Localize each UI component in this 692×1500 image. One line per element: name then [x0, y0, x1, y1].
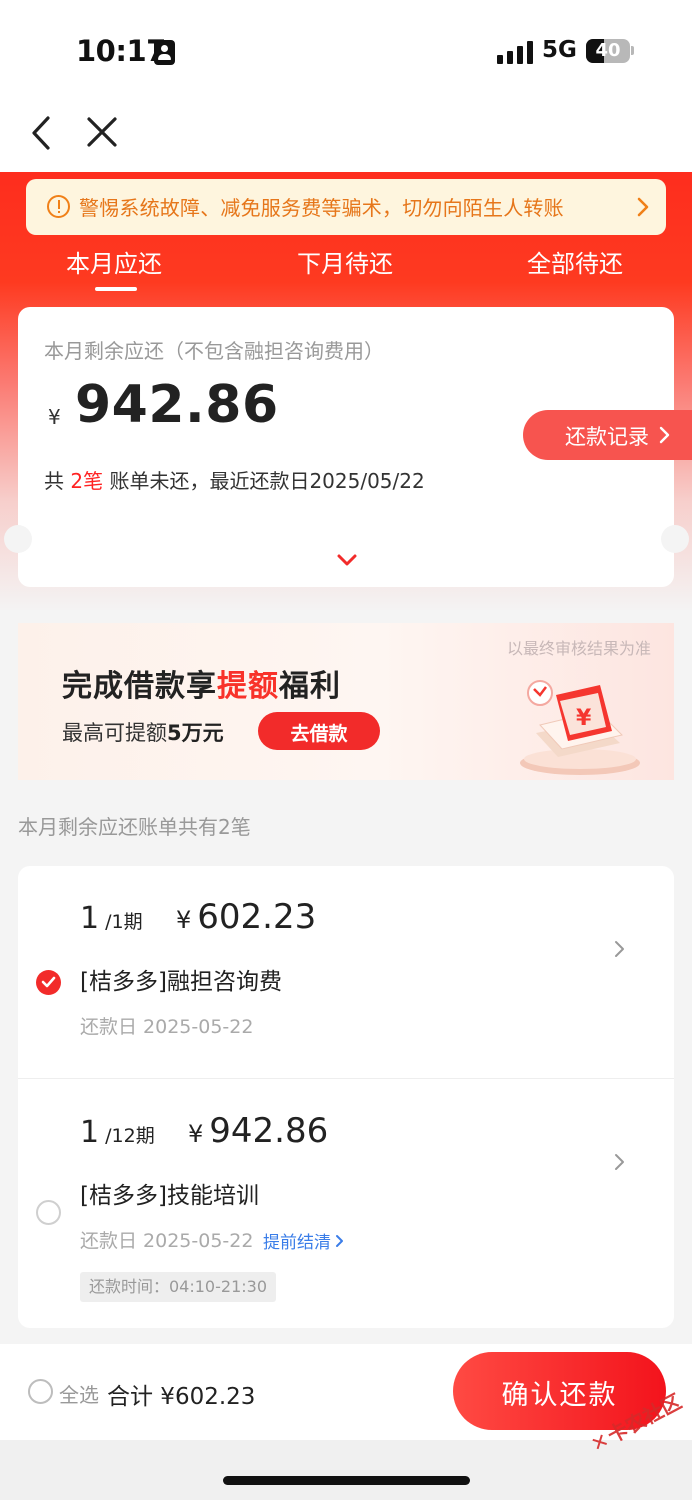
early-settle-label: 提前结清 — [263, 1233, 331, 1253]
back-icon[interactable] — [24, 114, 64, 154]
bill-list: 1 /1期 ¥602.23 [桔多多]融担咨询费 还款日 2025-05-22 … — [18, 866, 674, 1328]
bill-period: 1 /12期 — [80, 1115, 155, 1150]
period-total: /12期 — [99, 1125, 155, 1147]
warning-icon — [47, 195, 70, 218]
battery-icon: 40 — [586, 39, 630, 63]
battery-level: 40 — [595, 40, 621, 61]
currency-symbol: ¥ — [48, 405, 61, 429]
early-settle-link[interactable]: 提前结清 — [263, 1228, 345, 1253]
period-number: 1 — [80, 901, 100, 936]
bill-item[interactable]: 1 /1期 ¥602.23 [桔多多]融担咨询费 还款日 2025-05-22 — [18, 866, 674, 1078]
notice-text: 警惕系统故障、减免服务费等骗术，切勿向陌生人转账 — [79, 196, 564, 220]
bill-amount-value: 602.23 — [197, 897, 317, 937]
chevron-right-icon — [633, 196, 653, 218]
summary-sub-prefix: 共 — [44, 469, 71, 493]
banner-note: 以最终审核结果为准 — [507, 639, 652, 658]
tab-all-pending[interactable]: 全部待还 — [527, 244, 623, 279]
repayment-record-label: 还款记录 — [565, 425, 649, 449]
footer-bar: 全选 合计 ¥602.23 确认还款 — [0, 1344, 692, 1440]
bill-count: 2笔 — [70, 469, 104, 493]
chevron-right-icon — [614, 939, 626, 959]
total-amount: 合计 ¥602.23 — [107, 1384, 256, 1410]
fraud-warning-notice[interactable]: 警惕系统故障、减免服务费等骗术，切勿向陌生人转账 — [26, 179, 666, 235]
money-illustration-icon: ¥ — [520, 680, 640, 775]
bill-name: [桔多多]技能培训 — [80, 1183, 259, 1209]
period-total: /1期 — [99, 911, 143, 933]
tab-next-month[interactable]: 下月待还 — [297, 244, 393, 279]
banner-subtitle: 最高可提额5万元 — [62, 717, 224, 747]
battery-tip — [631, 46, 634, 55]
repayment-time-badge: 还款时间：04:10-21:30 — [80, 1272, 276, 1302]
person-icon — [154, 40, 175, 65]
summary-title: 本月剩余应还（不包含融担咨询费用） — [44, 339, 384, 363]
repayment-record-button[interactable]: 还款记录 — [523, 410, 692, 460]
go-borrow-label: 去借款 — [290, 723, 348, 745]
close-icon[interactable] — [84, 114, 124, 154]
bill-due-date: 还款日 2025-05-22 — [80, 1016, 254, 1038]
chevron-right-icon — [659, 426, 670, 444]
bill-name: [桔多多]融担咨询费 — [80, 969, 282, 995]
status-time: 10:17 — [76, 34, 166, 68]
summary-subtitle: 共 2笔 账单未还，最近还款日2025/05/22 — [44, 465, 425, 494]
card-notch-left — [4, 525, 32, 553]
banner-sub-amount: 5万元 — [167, 721, 224, 745]
checkbox-unchecked[interactable] — [36, 1200, 61, 1225]
period-number: 1 — [80, 1115, 100, 1150]
checkbox-checked[interactable] — [36, 970, 61, 995]
network-type: 5G — [542, 37, 577, 63]
tab-this-month[interactable]: 本月应还 — [66, 244, 162, 279]
select-all-checkbox[interactable] — [28, 1379, 53, 1404]
bill-period: 1 /1期 — [80, 901, 143, 936]
status-bar: 10:17 5G 40 — [0, 0, 692, 100]
bill-amount: ¥602.23 — [176, 897, 316, 937]
bill-amount: ¥942.86 — [188, 1111, 328, 1151]
go-borrow-button[interactable]: 去借款 — [258, 712, 380, 750]
bill-currency: ¥ — [188, 1120, 204, 1148]
home-indicator[interactable] — [223, 1476, 470, 1485]
nav-bar — [0, 100, 692, 172]
chevron-right-icon — [614, 1152, 626, 1172]
tab-indicator — [95, 287, 137, 291]
bill-due-date: 还款日 2025-05-22 — [80, 1230, 254, 1252]
summary-amount: 942.86 — [75, 375, 279, 435]
banner-title-highlight: 提额 — [217, 669, 279, 704]
banner-title: 完成借款享提额福利 — [62, 661, 341, 705]
tab-bar: 本月应还 下月待还 全部待还 — [0, 235, 692, 291]
summary-sub-suffix: 账单未还，最近还款日2025/05/22 — [103, 469, 425, 493]
banner-title-part2: 福利 — [279, 669, 341, 704]
banner-title-part1: 完成借款享 — [62, 669, 217, 704]
bill-amount-value: 942.86 — [209, 1111, 329, 1151]
bill-item[interactable]: 1 /12期 ¥942.86 [桔多多]技能培训 还款日 2025-05-22 … — [18, 1079, 674, 1328]
banner-sub-prefix: 最高可提额 — [62, 721, 167, 745]
card-notch-right — [661, 525, 689, 553]
chevron-down-icon[interactable] — [337, 552, 357, 566]
chevron-right-icon — [336, 1235, 343, 1247]
bill-count-header: 本月剩余应还账单共有2笔 — [18, 815, 251, 839]
svg-text:¥: ¥ — [576, 706, 592, 731]
check-icon — [41, 976, 56, 988]
signal-icon — [497, 40, 533, 64]
home-area — [0, 1440, 692, 1500]
promo-banner[interactable]: 以最终审核结果为准 完成借款享提额福利 最高可提额5万元 去借款 ¥ — [18, 623, 674, 780]
bill-currency: ¥ — [176, 906, 192, 934]
select-all-label[interactable]: 全选 — [59, 1379, 99, 1408]
